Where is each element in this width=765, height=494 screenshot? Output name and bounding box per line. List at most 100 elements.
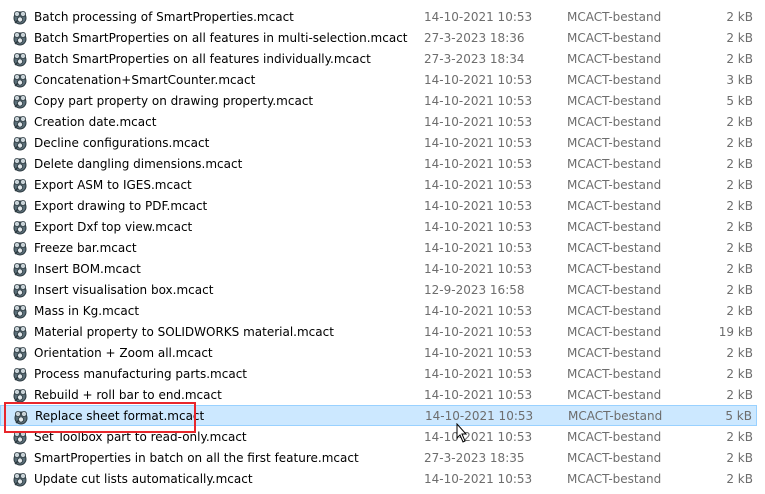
file-size: 2 kB — [726, 198, 753, 213]
file-type: MCACT-bestand — [567, 156, 662, 171]
file-type: MCACT-bestand — [567, 366, 662, 381]
file-name: Set Toolbox part to read-only.mcact — [34, 429, 247, 444]
mcact-file-icon — [12, 156, 28, 172]
file-name: Copy part property on drawing property.m… — [34, 93, 314, 108]
file-type: MCACT-bestand — [567, 429, 662, 444]
file-type: MCACT-bestand — [567, 450, 662, 465]
file-name: Insert visualisation box.mcact — [34, 282, 214, 297]
file-row[interactable]: Insert visualisation box.mcact 12-9-2023 … — [0, 279, 757, 300]
mcact-file-icon — [12, 51, 28, 67]
file-type: MCACT-bestand — [567, 324, 662, 339]
file-type: MCACT-bestand — [567, 72, 662, 87]
file-type: MCACT-bestand — [567, 177, 662, 192]
mcact-file-icon — [12, 429, 28, 445]
file-size: 5 kB — [725, 408, 752, 423]
file-name: Decline configurations.mcact — [34, 135, 210, 150]
file-size: 2 kB — [726, 345, 753, 360]
file-date: 14-10-2021 10:53 — [424, 135, 533, 150]
file-row[interactable]: Concatenation+SmartCounter.mcact 14-10-20… — [0, 69, 757, 90]
file-type: MCACT-bestand — [567, 240, 662, 255]
file-size: 2 kB — [726, 366, 753, 381]
file-row[interactable]: Mass in Kg.mcact 14-10-2021 10:53 MCACT-be… — [0, 300, 757, 321]
mcact-file-icon — [12, 282, 28, 298]
file-row[interactable]: Batch SmartProperties on all features in… — [0, 27, 757, 48]
file-size: 19 kB — [718, 324, 753, 339]
file-size: 2 kB — [726, 429, 753, 444]
file-size: 2 kB — [726, 114, 753, 129]
file-type: MCACT-bestand — [567, 198, 662, 213]
mcact-file-icon — [12, 345, 28, 361]
file-type: MCACT-bestand — [567, 387, 662, 402]
mcact-file-icon — [12, 240, 28, 256]
file-type: MCACT-bestand — [567, 345, 662, 360]
file-row[interactable]: Creation date.mcact 14-10-2021 10:53 MCACT… — [0, 111, 757, 132]
file-size: 2 kB — [726, 30, 753, 45]
file-date: 14-10-2021 10:53 — [424, 9, 533, 24]
file-row[interactable]: Export drawing to PDF.mcact 14-10-2021 10… — [0, 195, 757, 216]
file-date: 14-10-2021 10:53 — [424, 198, 533, 213]
file-date: 14-10-2021 10:53 — [424, 345, 533, 360]
file-size: 2 kB — [726, 177, 753, 192]
file-name: Delete dangling dimensions.mcact — [34, 156, 243, 171]
file-type: MCACT-bestand — [567, 30, 662, 45]
file-name: Mass in Kg.mcact — [34, 303, 140, 318]
file-row[interactable]: SmartProperties in batch on all the firs… — [0, 447, 757, 468]
file-date: 14-10-2021 10:53 — [424, 471, 533, 486]
file-type: MCACT-bestand — [567, 219, 662, 234]
file-name: Batch SmartProperties on all features in… — [34, 51, 371, 66]
mcact-file-icon — [12, 324, 28, 340]
file-name: Orientation + Zoom all.mcact — [34, 345, 213, 360]
file-type: MCACT-bestand — [567, 303, 662, 318]
file-row[interactable]: Export Dxf top view.mcact 14-10-2021 10:5… — [0, 216, 757, 237]
file-size: 2 kB — [726, 51, 753, 66]
file-date: 27-3-2023 18:36 — [424, 30, 525, 45]
mcact-file-icon — [12, 366, 28, 382]
file-row[interactable]: Decline configurations.mcact 14-10-2021 1… — [0, 132, 757, 153]
file-type: MCACT-bestand — [567, 93, 662, 108]
mcact-file-icon — [12, 114, 28, 130]
file-date: 14-10-2021 10:53 — [424, 429, 533, 444]
file-row[interactable]: Rebuild + roll bar to end.mcact 14-10-202… — [0, 384, 757, 405]
file-name: Export Dxf top view.mcact — [34, 219, 193, 234]
file-size: 5 kB — [726, 93, 753, 108]
mcact-file-icon — [12, 135, 28, 151]
file-row[interactable]: Replace sheet format.mcact 14-10-2021 10:… — [0, 405, 757, 426]
file-row[interactable]: Update cut lists automatically.mcact 14-1… — [0, 468, 757, 489]
file-size: 2 kB — [726, 9, 753, 24]
mcact-file-icon — [12, 198, 28, 214]
file-row[interactable]: Material property to SOLIDWORKS material… — [0, 321, 757, 342]
file-size: 2 kB — [726, 261, 753, 276]
file-row[interactable]: Batch SmartProperties on all features in… — [0, 48, 757, 69]
file-type: MCACT-bestand — [567, 135, 662, 150]
file-row[interactable]: Batch processing of SmartProperties.mcac… — [0, 6, 757, 27]
file-row[interactable]: Delete dangling dimensions.mcact 14-10-20… — [0, 153, 757, 174]
file-size: 2 kB — [726, 135, 753, 150]
file-row[interactable]: Set Toolbox part to read-only.mcact 14-10… — [0, 426, 757, 447]
file-size: 2 kB — [726, 282, 753, 297]
mcact-file-icon — [12, 30, 28, 46]
file-date: 14-10-2021 10:53 — [424, 177, 533, 192]
file-size: 3 kB — [726, 72, 753, 87]
file-row[interactable]: Insert BOM.mcact 14-10-2021 10:53 MCACT-be… — [0, 258, 757, 279]
file-row[interactable]: Copy part property on drawing property.m… — [0, 90, 757, 111]
file-date: 14-10-2021 10:53 — [424, 387, 533, 402]
file-type: MCACT-bestand — [568, 408, 663, 423]
file-size: 2 kB — [726, 450, 753, 465]
file-row[interactable]: Process manufacturing parts.mcact 14-10-2… — [0, 363, 757, 384]
file-row[interactable]: Freeze bar.mcact 14-10-2021 10:53 MCACT-be… — [0, 237, 757, 258]
file-size: 2 kB — [726, 387, 753, 402]
file-name: Freeze bar.mcact — [34, 240, 137, 255]
mcact-file-icon — [12, 177, 28, 193]
mcact-file-icon — [12, 93, 28, 109]
mouse-cursor-icon — [456, 423, 468, 443]
file-name: Insert BOM.mcact — [34, 261, 141, 276]
file-name: Material property to SOLIDWORKS material… — [34, 324, 334, 339]
file-size: 2 kB — [726, 219, 753, 234]
file-row[interactable]: Orientation + Zoom all.mcact 14-10-2021 1… — [0, 342, 757, 363]
file-name: Export ASM to IGES.mcact — [34, 177, 192, 192]
file-date: 14-10-2021 10:53 — [424, 366, 533, 381]
file-row[interactable]: Export ASM to IGES.mcact 14-10-2021 10:53… — [0, 174, 757, 195]
file-date: 27-3-2023 18:34 — [424, 51, 525, 66]
mcact-file-icon — [12, 219, 28, 235]
file-date: 27-3-2023 18:35 — [424, 450, 525, 465]
